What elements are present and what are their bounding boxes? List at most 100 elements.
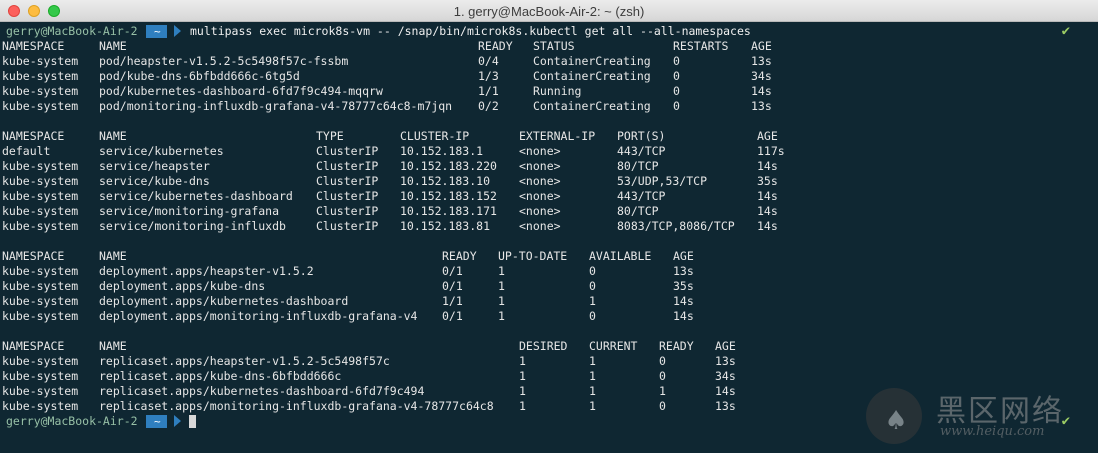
cell: 0 [589,264,596,278]
table-row: kube-system service/kubernetes-dashboard C… [0,189,1098,204]
cell: service/monitoring-grafana [99,204,280,218]
cell: 443/TCP [617,144,666,158]
cell: 1/1 [442,294,463,308]
cell: PORT(S) [617,129,666,143]
cell: 14s [757,189,778,203]
cell: 1 [589,384,596,398]
cell: READY [478,39,513,53]
cell: kube-system [2,189,79,203]
cell: NAME [99,339,127,353]
cell: 0 [673,69,680,83]
command-prompt-line: gerry@MacBook-Air-2 ~ multipass exec mic… [0,24,1098,39]
cell: EXTERNAL-IP [519,129,596,143]
cell: 10.152.183.81 [400,219,491,233]
table-row: kube-system pod/kubernetes-dashboard-6fd7… [0,84,1098,99]
cell: NAMESPACE [2,249,65,263]
cell: READY [659,339,694,353]
prompt-arrow-icon [174,25,181,37]
cell: 13s [751,54,772,68]
cell: 13s [751,99,772,113]
mushroom-logo-icon: ♠ [866,388,922,444]
cell: replicaset.apps/heapster-v1.5.2-5c5498f5… [99,354,390,368]
table-row: default service/kubernetes ClusterIP 10.152… [0,144,1098,159]
cell: 0 [673,54,680,68]
cell: service/kubernetes-dashboard [99,189,293,203]
cell: 35s [757,174,778,188]
table-row: kube-system service/monitoring-influxdb Cl… [0,219,1098,234]
cell: AGE [673,249,694,263]
cell: kube-system [2,294,79,308]
cell: 10.152.183.171 [400,204,497,218]
table-row: kube-system deployment.apps/kube-dns 0/1 1 0… [0,279,1098,294]
cell: 1 [519,354,526,368]
cell: 10.152.183.1 [400,144,484,158]
cell: 0 [673,84,680,98]
cell: 13s [673,264,694,278]
cell: Running [533,84,582,98]
cell: 13s [715,354,736,368]
cell: 0 [659,354,666,368]
cell: kube-system [2,219,79,233]
command-text: multipass exec microk8s-vm -- /snap/bin/… [190,24,751,38]
cell: pod/heapster-v1.5.2-5c5498f57c-fssbm [99,54,349,68]
cell: 34s [715,369,736,383]
cell: AGE [715,339,736,353]
cell: deployment.apps/kubernetes-dashboard [99,294,349,308]
cell: ClusterIP [316,144,379,158]
table-row: kube-system pod/heapster-v1.5.2-5c5498f57… [0,54,1098,69]
cell: pod/monitoring-influxdb-grafana-v4-78777… [99,99,453,113]
text-cursor [189,415,196,428]
cell: ContainerCreating [533,54,651,68]
cell: AGE [751,39,772,53]
cell: replicaset.apps/kube-dns-6bfbdd666c [99,369,342,383]
cell: 0 [659,399,666,413]
table-row: kube-system service/heapster ClusterIP 10.1… [0,159,1098,174]
cell: service/monitoring-influxdb [99,219,286,233]
cell: 10.152.183.220 [400,159,497,173]
cell: kube-system [2,264,79,278]
cell: ClusterIP [316,174,379,188]
cell: NAMESPACE [2,129,65,143]
terminal-window: 1. gerry@MacBook-Air-2: ~ (zsh) gerry@Ma… [0,0,1098,453]
cell: deployment.apps/monitoring-influxdb-graf… [99,309,418,323]
table-row: kube-system replicaset.apps/heapster-v1.5… [0,354,1098,369]
cell: 14s [673,309,694,323]
cell: 1 [659,384,666,398]
cell: 1/1 [478,84,499,98]
cell: kube-system [2,84,79,98]
cell: 0 [659,369,666,383]
cell: kube-system [2,279,79,293]
cell: NAMESPACE [2,339,65,353]
cell: replicaset.apps/monitoring-influxdb-graf… [99,399,494,413]
cell: 1 [589,294,596,308]
table-header-row: NAMESPACE NAME READY STATUS RESTARTS AGE [0,39,1098,54]
cell: 117s [757,144,785,158]
cell: 1 [589,369,596,383]
cell: NAME [99,39,127,53]
cell: deployment.apps/kube-dns [99,279,266,293]
watermark-url: www.heiqu.com [940,424,1045,439]
cell: TYPE [316,129,344,143]
table-row: kube-system pod/monitoring-influxdb-grafa… [0,99,1098,114]
cell: CURRENT [589,339,638,353]
cell: 0 [589,279,596,293]
cell: kube-system [2,204,79,218]
cell: 14s [673,294,694,308]
cell: 0 [589,309,596,323]
title-bar: 1. gerry@MacBook-Air-2: ~ (zsh) [0,0,1098,22]
cell: kube-system [2,384,79,398]
cell: DESIRED [519,339,568,353]
cell: 53/UDP,53/TCP [617,174,708,188]
cell: service/heapster [99,159,210,173]
cell: 1 [498,279,505,293]
cell: 443/TCP [617,189,666,203]
table-row: kube-system pod/kube-dns-6bfbdd666c-6tg5d… [0,69,1098,84]
cell: kube-system [2,354,79,368]
cell: 1 [519,384,526,398]
cell: AVAILABLE [589,249,652,263]
cell: <none> [519,189,561,203]
table-row: kube-system deployment.apps/monitoring-in… [0,309,1098,324]
cell: NAMESPACE [2,39,65,53]
cell: RESTARTS [673,39,729,53]
cell: 1 [589,399,596,413]
